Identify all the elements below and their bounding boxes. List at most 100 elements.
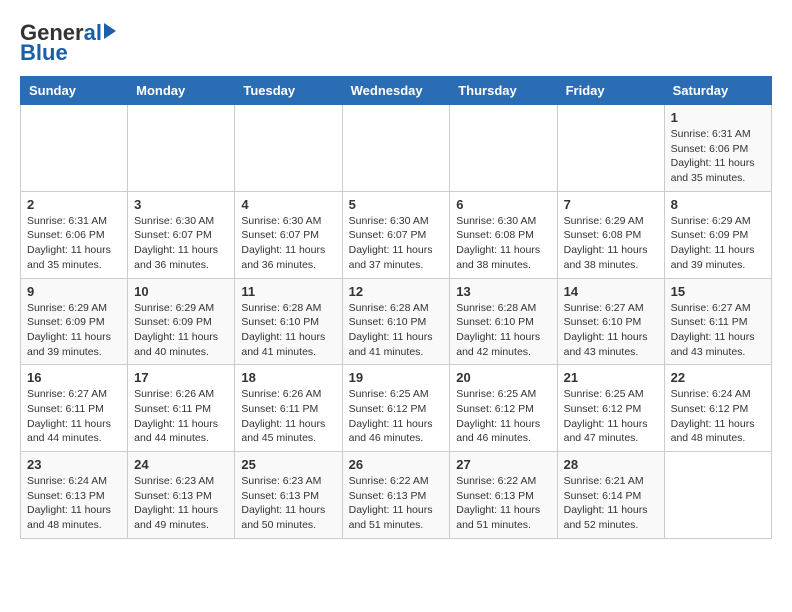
day-info: Sunrise: 6:24 AM Sunset: 6:12 PM Dayligh…	[671, 387, 765, 446]
day-info: Sunrise: 6:26 AM Sunset: 6:11 PM Dayligh…	[134, 387, 228, 446]
calendar-cell	[450, 105, 557, 192]
calendar-cell: 9 Sunrise: 6:29 AM Sunset: 6:09 PM Daylig…	[21, 278, 128, 365]
day-number: 24	[134, 457, 228, 472]
calendar-cell: 27 Sunrise: 6:22 AM Sunset: 6:13 PM Dayli…	[450, 452, 557, 539]
calendar-cell: 23Sunrise: 6:24 AM Sunset: 6:13 PM Dayli…	[21, 452, 128, 539]
day-number: 12	[349, 284, 444, 299]
calendar-header-row: SundayMondayTuesdayWednesdayThursdayFrid…	[21, 77, 772, 105]
day-info: Sunrise: 6:25 AM Sunset: 6:12 PM Dayligh…	[456, 387, 550, 446]
calendar-week-2: 2 Sunrise: 6:31 AM Sunset: 6:06 PM Daylig…	[21, 191, 772, 278]
calendar-cell: 2 Sunrise: 6:31 AM Sunset: 6:06 PM Daylig…	[21, 191, 128, 278]
calendar-cell: 6 Sunrise: 6:30 AM Sunset: 6:08 PM Daylig…	[450, 191, 557, 278]
day-info: Sunrise: 6:27 AM Sunset: 6:11 PM Dayligh…	[671, 301, 765, 360]
day-info: Sunrise: 6:27 AM Sunset: 6:11 PM Dayligh…	[27, 387, 121, 446]
day-info: Sunrise: 6:22 AM Sunset: 6:13 PM Dayligh…	[349, 474, 444, 533]
day-number: 26	[349, 457, 444, 472]
calendar-cell: 13 Sunrise: 6:28 AM Sunset: 6:10 PM Dayli…	[450, 278, 557, 365]
day-header-wednesday: Wednesday	[342, 77, 450, 105]
calendar-week-1: 1 Sunrise: 6:31 AM Sunset: 6:06 PM Daylig…	[21, 105, 772, 192]
calendar-cell: 7 Sunrise: 6:29 AM Sunset: 6:08 PM Daylig…	[557, 191, 664, 278]
day-number: 27	[456, 457, 550, 472]
calendar-cell	[342, 105, 450, 192]
calendar-cell	[664, 452, 771, 539]
day-header-tuesday: Tuesday	[235, 77, 342, 105]
day-info: Sunrise: 6:29 AM Sunset: 6:09 PM Dayligh…	[27, 301, 121, 360]
day-header-friday: Friday	[557, 77, 664, 105]
calendar-cell: 3Sunrise: 6:30 AM Sunset: 6:07 PM Daylig…	[128, 191, 235, 278]
day-number: 7	[564, 197, 658, 212]
calendar-cell: 19 Sunrise: 6:25 AM Sunset: 6:12 PM Dayli…	[342, 365, 450, 452]
logo: General Blue	[20, 20, 116, 66]
calendar-cell: 22 Sunrise: 6:24 AM Sunset: 6:12 PM Dayli…	[664, 365, 771, 452]
day-info: Sunrise: 6:29 AM Sunset: 6:09 PM Dayligh…	[671, 214, 765, 273]
day-number: 6	[456, 197, 550, 212]
day-number: 16	[27, 370, 121, 385]
calendar-cell: 21 Sunrise: 6:25 AM Sunset: 6:12 PM Dayli…	[557, 365, 664, 452]
day-number: 4	[241, 197, 335, 212]
calendar-week-3: 9 Sunrise: 6:29 AM Sunset: 6:09 PM Daylig…	[21, 278, 772, 365]
day-info: Sunrise: 6:28 AM Sunset: 6:10 PM Dayligh…	[349, 301, 444, 360]
day-number: 19	[349, 370, 444, 385]
calendar-cell: 18 Sunrise: 6:26 AM Sunset: 6:11 PM Dayli…	[235, 365, 342, 452]
calendar-cell: 15 Sunrise: 6:27 AM Sunset: 6:11 PM Dayli…	[664, 278, 771, 365]
calendar-cell	[21, 105, 128, 192]
day-header-monday: Monday	[128, 77, 235, 105]
day-number: 1	[671, 110, 765, 125]
day-number: 11	[241, 284, 335, 299]
calendar-cell: 26 Sunrise: 6:22 AM Sunset: 6:13 PM Dayli…	[342, 452, 450, 539]
day-number: 9	[27, 284, 121, 299]
day-info: Sunrise: 6:27 AM Sunset: 6:10 PM Dayligh…	[564, 301, 658, 360]
day-number: 28	[564, 457, 658, 472]
day-header-sunday: Sunday	[21, 77, 128, 105]
day-info: Sunrise: 6:22 AM Sunset: 6:13 PM Dayligh…	[456, 474, 550, 533]
day-number: 18	[241, 370, 335, 385]
calendar-cell	[235, 105, 342, 192]
day-number: 13	[456, 284, 550, 299]
calendar-cell: 14 Sunrise: 6:27 AM Sunset: 6:10 PM Dayli…	[557, 278, 664, 365]
calendar-cell: 1 Sunrise: 6:31 AM Sunset: 6:06 PM Daylig…	[664, 105, 771, 192]
day-number: 20	[456, 370, 550, 385]
calendar-table: SundayMondayTuesdayWednesdayThursdayFrid…	[20, 76, 772, 539]
day-info: Sunrise: 6:30 AM Sunset: 6:07 PM Dayligh…	[134, 214, 228, 273]
calendar-cell: 8 Sunrise: 6:29 AM Sunset: 6:09 PM Daylig…	[664, 191, 771, 278]
calendar-cell: 17 Sunrise: 6:26 AM Sunset: 6:11 PM Dayli…	[128, 365, 235, 452]
day-number: 2	[27, 197, 121, 212]
day-number: 22	[671, 370, 765, 385]
day-number: 25	[241, 457, 335, 472]
day-info: Sunrise: 6:30 AM Sunset: 6:08 PM Dayligh…	[456, 214, 550, 273]
calendar-cell: 16 Sunrise: 6:27 AM Sunset: 6:11 PM Dayli…	[21, 365, 128, 452]
day-info: Sunrise: 6:31 AM Sunset: 6:06 PM Dayligh…	[27, 214, 121, 273]
day-info: Sunrise: 6:31 AM Sunset: 6:06 PM Dayligh…	[671, 127, 765, 186]
calendar-week-4: 16 Sunrise: 6:27 AM Sunset: 6:11 PM Dayli…	[21, 365, 772, 452]
day-number: 14	[564, 284, 658, 299]
day-header-saturday: Saturday	[664, 77, 771, 105]
calendar-cell: 10Sunrise: 6:29 AM Sunset: 6:09 PM Dayli…	[128, 278, 235, 365]
calendar-cell: 11 Sunrise: 6:28 AM Sunset: 6:10 PM Dayli…	[235, 278, 342, 365]
day-number: 17	[134, 370, 228, 385]
calendar-week-5: 23Sunrise: 6:24 AM Sunset: 6:13 PM Dayli…	[21, 452, 772, 539]
day-number: 21	[564, 370, 658, 385]
calendar-cell: 5Sunrise: 6:30 AM Sunset: 6:07 PM Daylig…	[342, 191, 450, 278]
day-info: Sunrise: 6:29 AM Sunset: 6:08 PM Dayligh…	[564, 214, 658, 273]
calendar-cell: 12 Sunrise: 6:28 AM Sunset: 6:10 PM Dayli…	[342, 278, 450, 365]
logo-blue-text: Blue	[20, 40, 68, 66]
day-info: Sunrise: 6:25 AM Sunset: 6:12 PM Dayligh…	[349, 387, 444, 446]
day-header-thursday: Thursday	[450, 77, 557, 105]
day-info: Sunrise: 6:23 AM Sunset: 6:13 PM Dayligh…	[241, 474, 335, 533]
day-number: 15	[671, 284, 765, 299]
day-number: 8	[671, 197, 765, 212]
calendar-cell	[128, 105, 235, 192]
day-info: Sunrise: 6:28 AM Sunset: 6:10 PM Dayligh…	[456, 301, 550, 360]
day-number: 10	[134, 284, 228, 299]
calendar-cell: 4 Sunrise: 6:30 AM Sunset: 6:07 PM Daylig…	[235, 191, 342, 278]
day-info: Sunrise: 6:24 AM Sunset: 6:13 PM Dayligh…	[27, 474, 121, 533]
calendar-cell	[557, 105, 664, 192]
logo-icon	[104, 23, 116, 39]
calendar-cell: 25 Sunrise: 6:23 AM Sunset: 6:13 PM Dayli…	[235, 452, 342, 539]
day-info: Sunrise: 6:23 AM Sunset: 6:13 PM Dayligh…	[134, 474, 228, 533]
day-info: Sunrise: 6:30 AM Sunset: 6:07 PM Dayligh…	[241, 214, 335, 273]
day-info: Sunrise: 6:26 AM Sunset: 6:11 PM Dayligh…	[241, 387, 335, 446]
day-number: 5	[349, 197, 444, 212]
day-info: Sunrise: 6:28 AM Sunset: 6:10 PM Dayligh…	[241, 301, 335, 360]
day-info: Sunrise: 6:25 AM Sunset: 6:12 PM Dayligh…	[564, 387, 658, 446]
